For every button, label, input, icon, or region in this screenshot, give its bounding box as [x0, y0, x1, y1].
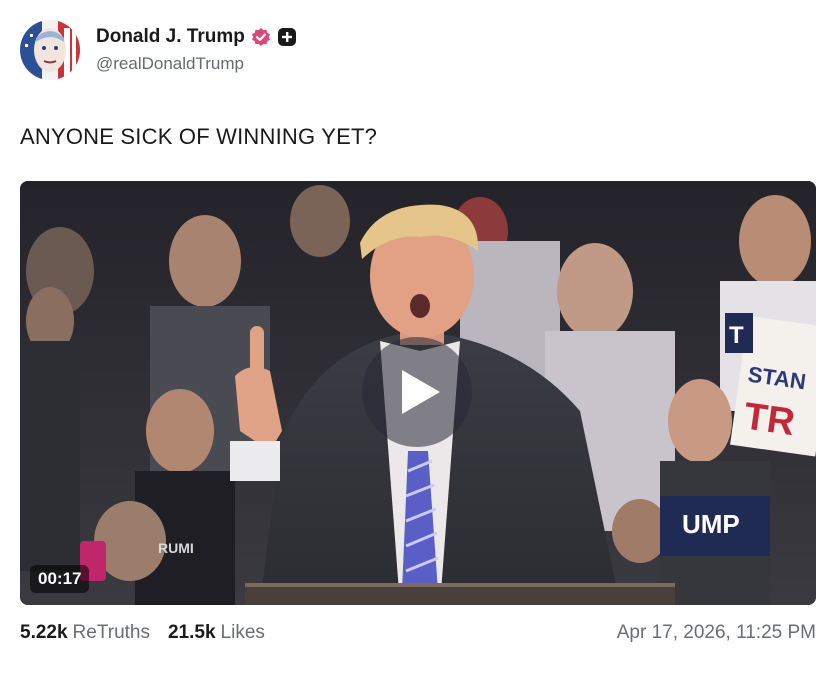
post-stats: 5.22k ReTruths 21.5k Likes: [20, 622, 265, 644]
author-handle[interactable]: @realDonaldTrump: [96, 54, 297, 74]
play-icon: [402, 370, 440, 414]
name-row: Donald J. Trump: [96, 26, 297, 48]
post-text: ANYONE SICK OF WINNING YET?: [20, 124, 378, 149]
video-duration: 00:17: [30, 565, 90, 593]
likes-stat[interactable]: 21.5k Likes: [168, 622, 265, 644]
sign-text-t: T: [729, 322, 744, 349]
retruths-count: 5.22k: [20, 622, 68, 643]
play-button[interactable]: [362, 337, 472, 447]
post-header: Donald J. Trump @realDonaldTrump: [20, 20, 297, 80]
retruths-stat[interactable]: 5.22k ReTruths: [20, 622, 150, 644]
avatar[interactable]: [20, 20, 80, 80]
plus-badge-icon: [277, 27, 297, 47]
post-timestamp[interactable]: Apr 17, 2026, 11:25 PM: [617, 622, 816, 644]
likes-label: Likes: [220, 622, 265, 643]
verified-badge-icon: [251, 27, 271, 47]
post-footer: 5.22k ReTruths 21.5k Likes Apr 17, 2026, 1…: [20, 622, 816, 644]
retruths-label: ReTruths: [72, 622, 150, 643]
video-player[interactable]: STAN TR UMP RUMI T 00:17: [20, 181, 816, 605]
author-display-name[interactable]: Donald J. Trump: [96, 26, 245, 48]
likes-count: 21.5k: [167, 622, 216, 643]
author-identity: Donald J. Trump @realDonaldTrump: [96, 26, 297, 74]
sign-text-ump: UMP: [682, 509, 740, 539]
shirt-text: RUMI: [158, 540, 194, 556]
sign-text-tr: TR: [741, 395, 797, 444]
